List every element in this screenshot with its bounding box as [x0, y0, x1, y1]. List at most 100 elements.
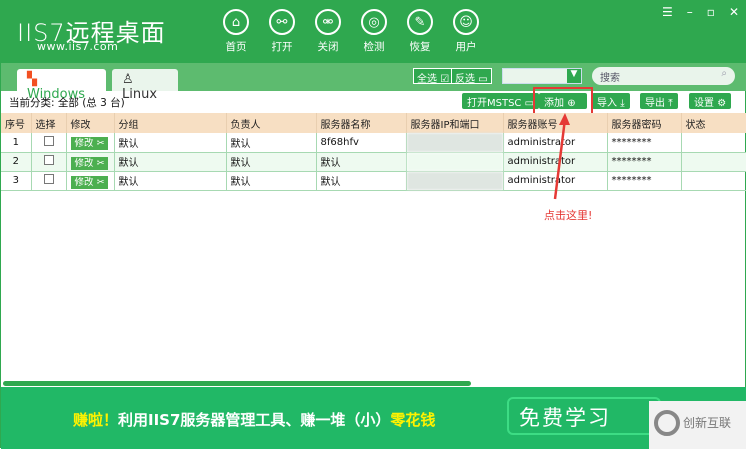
- tab-label: Linux: [122, 87, 158, 102]
- tab-linux[interactable]: ♙ Linux: [112, 69, 178, 102]
- close-icon[interactable]: ✕: [729, 5, 739, 19]
- table-cell: 默认: [226, 171, 317, 191]
- table-cell: 修改 ✂: [66, 133, 115, 153]
- col-header[interactable]: 服务器密码: [607, 113, 682, 133]
- promo-c: 零花钱: [390, 411, 436, 429]
- table-row[interactable]: 1 修改 ✂ 默认 默认 8f68hfv administrator ********: [1, 133, 746, 153]
- free-learn-button[interactable]: 免费学习: [507, 397, 661, 435]
- maximize-icon[interactable]: ▫: [707, 5, 715, 19]
- nav-open[interactable]: ⚯ 打开: [259, 9, 305, 54]
- table-cell: 默认: [114, 152, 227, 172]
- tab-windows[interactable]: ▚ Windows: [17, 69, 106, 102]
- nav-close[interactable]: ⚮ 关闭: [305, 9, 351, 54]
- button-label: 导入: [597, 98, 617, 109]
- table-cell: [31, 133, 67, 153]
- click-here-note: 点击这里!: [544, 209, 593, 222]
- table-row[interactable]: 3 修改 ✂ 默认 默认 默认 administrator ********: [1, 171, 746, 191]
- col-header[interactable]: 状态: [681, 113, 746, 133]
- table-cell: 1: [1, 133, 32, 153]
- promo-a: 赚啦！: [73, 411, 119, 429]
- redacted-ip: [406, 171, 504, 191]
- table-cell: ********: [607, 152, 682, 172]
- watermark-logo: 创新互联: [649, 401, 746, 449]
- select-all-button[interactable]: 全选 ☑: [413, 68, 454, 85]
- box-icon: ▭: [478, 74, 488, 85]
- promo-b: 利用IIS7服务器管理工具、赚一堆（小）: [118, 411, 391, 429]
- pointer-arrow: [553, 113, 570, 200]
- redacted-ip: [406, 152, 504, 172]
- table-cell: 默认: [114, 133, 227, 153]
- nav-label: 关闭: [317, 41, 339, 53]
- table-cell: 默认: [226, 133, 317, 153]
- col-header[interactable]: 负责人: [226, 113, 317, 133]
- table-cell: 修改 ✂: [66, 171, 115, 191]
- button-label: 设置: [694, 98, 714, 109]
- minimize-icon[interactable]: –: [687, 5, 693, 19]
- edit-button[interactable]: 修改 ✂: [70, 137, 109, 151]
- settings-button[interactable]: 设置 ⚙: [689, 93, 732, 109]
- main-nav: ⌂ 首页 ⚯ 打开 ⚮ 关闭 ◎ 检测 ✎ 恢复 ☺ 用户: [213, 9, 489, 54]
- button-label: 导出: [645, 98, 665, 109]
- redacted-ip: [406, 133, 504, 153]
- col-header[interactable]: 服务器IP和端口: [406, 113, 504, 133]
- export-button[interactable]: 导出 ⤒: [640, 93, 678, 109]
- upload-icon: ⤒: [668, 98, 673, 109]
- row-checkbox[interactable]: [43, 135, 54, 146]
- user-icon: ☺: [453, 9, 479, 35]
- nav-detect[interactable]: ◎ 检测: [351, 9, 397, 54]
- search-icon: ⌕: [721, 68, 727, 79]
- table-cell: 默认: [316, 152, 407, 172]
- col-header[interactable]: 修改: [66, 113, 115, 133]
- menu-icon[interactable]: ☰: [662, 5, 673, 19]
- table-cell: 3: [1, 171, 32, 191]
- button-label: 打开MSTSC: [467, 98, 522, 109]
- link-icon: ⚯: [269, 9, 295, 35]
- row-checkbox[interactable]: [43, 174, 54, 184]
- open-mstsc-button[interactable]: 打开MSTSC ▭: [462, 93, 540, 109]
- invert-select-button[interactable]: 反选 ▭: [451, 68, 492, 85]
- horizontal-scrollbar[interactable]: [3, 381, 471, 386]
- col-header[interactable]: 序号: [1, 113, 32, 133]
- windows-icon: ▚: [27, 72, 37, 87]
- tab-bar: ▚ Windows ♙ Linux 全选 ☑ 反选 ▭ ▼ 搜索 ⌕: [1, 63, 746, 102]
- edit-button[interactable]: 修改 ✂: [70, 156, 109, 170]
- check-icon: ☑: [440, 74, 450, 85]
- col-header[interactable]: 选择: [31, 113, 67, 133]
- nav-user[interactable]: ☺ 用户: [443, 9, 489, 54]
- import-button[interactable]: 导入 ⤓: [592, 93, 630, 109]
- invert-label: 反选: [455, 74, 475, 85]
- table-cell: 2: [1, 152, 32, 172]
- nav-label: 用户: [455, 41, 477, 53]
- radar-icon: ◎: [361, 9, 387, 35]
- table-cell: ********: [607, 133, 682, 153]
- table-cell: [681, 152, 746, 172]
- svg-text:创新互联: 创新互联: [683, 415, 731, 430]
- table-row[interactable]: 2 修改 ✂ 默认 默认 默认 administrator ********: [1, 152, 746, 172]
- col-header[interactable]: 分组: [114, 113, 227, 133]
- table-cell: 默认: [114, 171, 227, 191]
- table-header: 序号 选择 修改 分组 负责人 服务器名称 服务器IP和端口 服务器账号 服务器密码 状态: [1, 113, 746, 133]
- nav-label: 检测: [363, 41, 385, 53]
- edit-button[interactable]: 修改 ✂: [70, 175, 109, 189]
- wrench-icon: ✎: [407, 9, 433, 35]
- unlink-icon: ⚮: [315, 9, 341, 35]
- search-placeholder: 搜索: [600, 73, 620, 84]
- app-header: IIS7远程桌面 www.iis7.com ⌂ 首页 ⚯ 打开 ⚮ 关闭 ◎ 检测 ✎ 恢…: [1, 1, 746, 63]
- table-cell: [31, 171, 67, 191]
- col-header[interactable]: 服务器名称: [316, 113, 407, 133]
- row-checkbox[interactable]: [43, 155, 54, 165]
- nav-home[interactable]: ⌂ 首页: [213, 9, 259, 54]
- promo-text: 赚啦！利用IIS7服务器管理工具、赚一堆（小）零花钱: [73, 409, 435, 430]
- home-icon: ⌂: [223, 9, 249, 35]
- linux-icon: ♙: [122, 72, 134, 87]
- nav-label: 打开: [271, 41, 293, 53]
- table-cell: [681, 171, 746, 191]
- download-icon: ⤓: [620, 98, 625, 109]
- nav-label: 首页: [225, 41, 247, 53]
- nav-restore[interactable]: ✎ 恢复: [397, 9, 443, 54]
- search-input[interactable]: 搜索 ⌕: [592, 67, 735, 85]
- group-dropdown[interactable]: ▼: [502, 68, 582, 84]
- table-cell: 默认: [316, 171, 407, 191]
- promo-banner[interactable]: 赚啦！利用IIS7服务器管理工具、赚一堆（小）零花钱 免费学习: [1, 387, 746, 449]
- nav-label: 恢复: [409, 41, 431, 53]
